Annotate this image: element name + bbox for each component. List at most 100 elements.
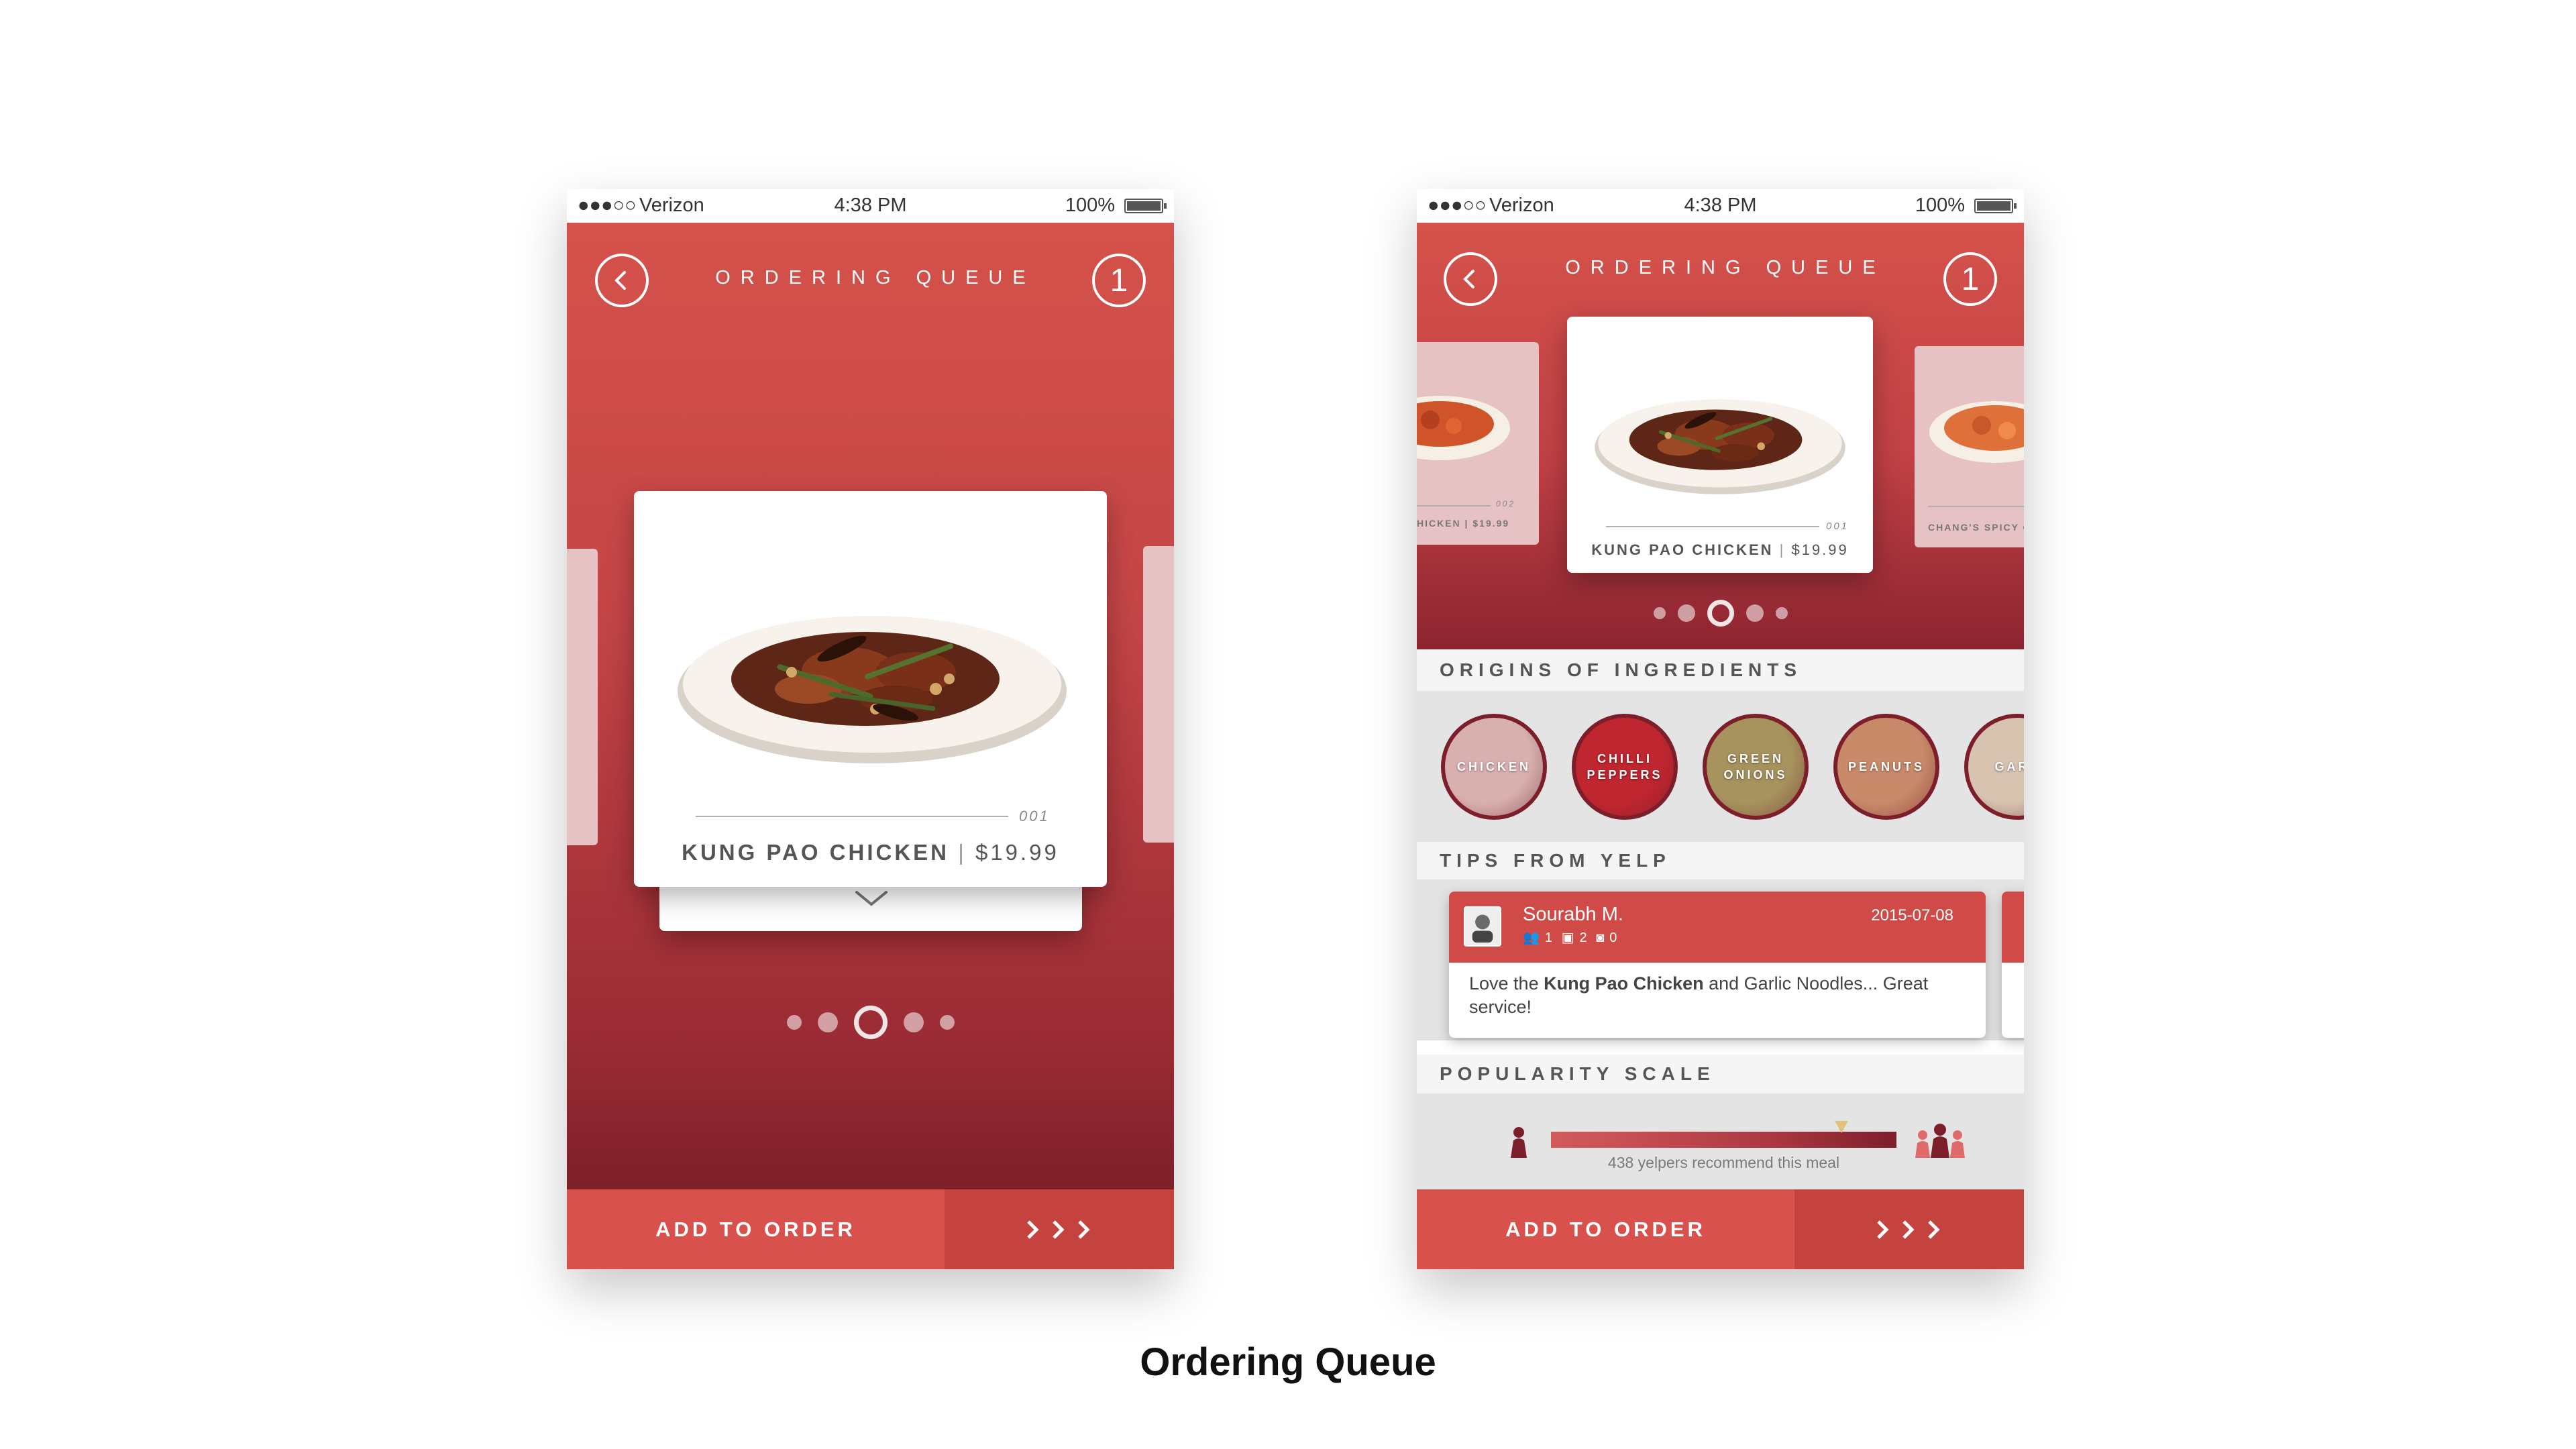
photos-count: 0 [1609, 930, 1617, 945]
tip-text-dish: Kung Pao Chicken [1544, 973, 1704, 994]
reviewer-stats: 👥 1 ▣ 2 ◙ 0 [1523, 929, 1622, 946]
pagination-dot[interactable] [1746, 604, 1764, 622]
avatar [1464, 906, 1501, 947]
next-dish-card[interactable]: CHANG'S SPICY C [1915, 346, 2024, 547]
ingredient-circle[interactable]: CHICKEN [1441, 714, 1547, 820]
ingredient-label-line: CHICKEN [1456, 760, 1531, 773]
ingredient-circle[interactable]: GARL [1964, 714, 2024, 820]
dish-name: KUNG PAO CHICKEN [1591, 541, 1774, 558]
ingredient-label: CHILLI PEPPERS [1587, 751, 1662, 783]
screen-title: ORDERING QUEUE [1565, 257, 1886, 278]
tip-header [2002, 892, 2024, 963]
dish-number: 002 [1496, 499, 1516, 508]
popularity-caption: 438 yelpers recommend this meal [1607, 1154, 1840, 1171]
dish-separator: | [958, 840, 967, 865]
dish-name: KUNG PAO CHICKEN [682, 840, 950, 865]
ingredients-header: ORIGINS OF INGREDIENTS [1417, 649, 2024, 691]
tips-header: TIPS FROM YELP [1417, 842, 2024, 879]
status-bar: ●●●○○ Verizon 4:38 PM 100% [1417, 189, 2024, 223]
spicy-chicken-image [1929, 401, 2024, 463]
add-to-order-button[interactable]: ADD TO ORDER [567, 1189, 945, 1269]
ingredient-label-line: GARL [1994, 760, 2025, 773]
ingredient-label-line: PEPPERS [1587, 768, 1663, 782]
chevron-down-icon [855, 891, 888, 906]
photos-icon: ◙ [1596, 930, 1605, 945]
friends-icon: 👥 [1523, 930, 1540, 945]
ingredients-carousel[interactable]: CHICKEN CHILLI PEPPERS GREEN ONIONS PEANUTS GA… [1417, 691, 2024, 842]
dish-title: KUNG PAO CHICKEN | $19.99 [634, 840, 1107, 865]
crowd-icon [1915, 1124, 1965, 1158]
dish-price: $19.99 [1791, 541, 1849, 558]
battery-icon [1124, 199, 1167, 213]
dish-price: $19.99 [975, 840, 1059, 865]
ingredient-label: CHICKEN [1457, 759, 1531, 775]
tips-carousel[interactable]: Sourabh M. 👥 1 ▣ 2 ◙ 0 2015-07-08 Love the … [1417, 879, 2024, 1040]
add-to-order-button[interactable]: ADD TO ORDER [1417, 1189, 1794, 1269]
queue-count: 1 [1961, 261, 1980, 297]
next-button[interactable] [1794, 1189, 2024, 1269]
previous-dish-card[interactable] [567, 549, 598, 845]
dish-title: KUNG PAO CHICKEN | $19.99 [1567, 541, 1873, 559]
queue-count: 1 [1110, 262, 1128, 299]
ingredient-label-line: GREEN [1727, 752, 1784, 765]
user-photo-icon [1472, 914, 1493, 943]
ingredient-circle[interactable]: GREEN ONIONS [1703, 714, 1809, 820]
pagination-dots [567, 1006, 1174, 1039]
ingredient-circle[interactable]: PEANUTS [1833, 714, 1939, 820]
pagination-dot[interactable] [1677, 604, 1695, 622]
slide-caption: Ordering Queue [1140, 1340, 1436, 1384]
pagination-dot[interactable] [903, 1012, 924, 1032]
dish-separator: | [1779, 541, 1786, 558]
pagination-dot[interactable] [1775, 607, 1788, 619]
battery-percent: 100% [1915, 195, 1965, 216]
ingredient-label-line: CHILLI [1597, 752, 1652, 765]
battery-icon [1974, 199, 2017, 213]
kung-pao-chicken-image [1595, 399, 1845, 494]
phone-screen-details: ●●●○○ Verizon 4:38 PM 100% ORDERING QUEU… [1417, 189, 2024, 1269]
queue-count-badge[interactable]: 1 [1092, 254, 1146, 307]
pagination-dot-active[interactable] [853, 1006, 888, 1039]
ingredient-label-line: ONIONS [1723, 768, 1788, 782]
triple-chevron-right-icon [1877, 1220, 1940, 1239]
triple-chevron-right-icon [1027, 1220, 1090, 1239]
battery-percent: 100% [1065, 195, 1115, 216]
orange-chicken-image [1417, 396, 1510, 460]
next-tip-card[interactable] [2002, 892, 2024, 1038]
single-person-icon [1511, 1127, 1527, 1158]
dish-card[interactable]: 001 KUNG PAO CHICKEN | $19.99 [1567, 317, 1873, 573]
pagination-dot[interactable] [817, 1012, 838, 1032]
reviews-icon: ▣ [1561, 930, 1574, 945]
ingredient-label: PEANUTS [1848, 759, 1925, 775]
pagination-dot-active[interactable] [1707, 600, 1734, 627]
dish-number: 001 [1019, 808, 1050, 824]
queue-count-badge[interactable]: 1 [1943, 252, 1997, 306]
card-divider [1928, 506, 2024, 507]
pagination-dot[interactable] [1653, 607, 1666, 619]
tip-text-start: Love the [1469, 973, 1544, 994]
next-button[interactable] [945, 1189, 1174, 1269]
pagination-dot[interactable] [786, 1015, 802, 1030]
previous-dish-title: HICKEN | $19.99 [1417, 518, 1510, 529]
popularity-scale: 438 yelpers recommend this meal [1417, 1093, 2024, 1189]
popularity-header: POPULARITY SCALE [1417, 1055, 2024, 1093]
reviewer-name: Sourabh M. [1523, 904, 1623, 925]
next-dish-card[interactable] [1143, 546, 1174, 843]
previous-dish-card[interactable]: 002 HICKEN | $19.99 [1417, 342, 1539, 545]
tip-date: 2015-07-08 [1871, 906, 1953, 924]
bottom-bar: ADD TO ORDER [567, 1189, 1174, 1269]
friends-count: 1 [1544, 930, 1553, 945]
popularity-marker-icon [1834, 1121, 1848, 1133]
dish-card[interactable]: 001 KUNG PAO CHICKEN | $19.99 [634, 491, 1107, 887]
yelp-tip-card[interactable]: Sourabh M. 👥 1 ▣ 2 ◙ 0 2015-07-08 Love the … [1449, 892, 1986, 1038]
screen-title: ORDERING QUEUE [715, 267, 1036, 288]
pagination-dots [1417, 598, 2024, 628]
bottom-bar: ADD TO ORDER [1417, 1189, 2024, 1269]
next-dish-title: CHANG'S SPICY C [1928, 522, 2024, 533]
ingredient-label-line: PEANUTS [1847, 760, 1925, 773]
dish-number: 001 [1826, 521, 1849, 532]
pagination-dot[interactable] [939, 1015, 955, 1030]
kung-pao-chicken-image [678, 616, 1067, 763]
ingredient-label: GARL [1995, 759, 2025, 775]
ingredient-circle[interactable]: CHILLI PEPPERS [1572, 714, 1678, 820]
reviews-count: 2 [1579, 930, 1587, 945]
